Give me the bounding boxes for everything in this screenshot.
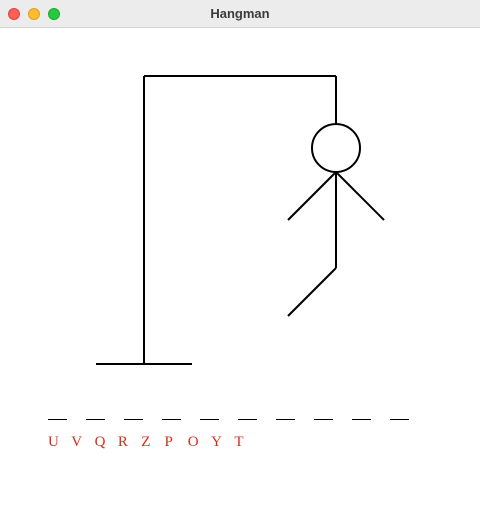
- letter-slot: [86, 412, 105, 420]
- letter-slot: [390, 412, 409, 420]
- letter-slot: [162, 412, 181, 420]
- word-slots: [48, 412, 428, 424]
- title-bar: Hangman: [0, 0, 480, 28]
- wrong-guess-letter: Q: [94, 434, 106, 450]
- wrong-guess-letter: Y: [211, 434, 222, 450]
- letter-slot: [352, 412, 371, 420]
- hangman-window: Hangman U V Q R Z P O Y T: [0, 0, 480, 508]
- wrong-guesses: U V Q R Z P O Y T: [48, 434, 258, 451]
- hangman-left-leg: [287, 267, 337, 317]
- letter-slot: [200, 412, 219, 420]
- letter-slot: [48, 412, 67, 420]
- wrong-guess-letter: R: [117, 434, 128, 450]
- wrong-guess-letter: V: [71, 434, 83, 450]
- wrong-guess-letter: Z: [141, 434, 151, 450]
- hangman-left-arm: [287, 171, 337, 221]
- wrong-guess-letter: U: [48, 434, 59, 450]
- hangman-head: [311, 123, 361, 173]
- hangman-right-arm: [335, 171, 385, 221]
- letter-slot: [124, 412, 143, 420]
- wrong-guess-letter: T: [234, 434, 244, 450]
- letter-slot: [314, 412, 333, 420]
- window-title: Hangman: [210, 6, 270, 21]
- wrong-guess-letter: P: [164, 434, 173, 450]
- letter-slot: [238, 412, 257, 420]
- wrong-guess-letter: O: [187, 434, 199, 450]
- letter-slot: [276, 412, 295, 420]
